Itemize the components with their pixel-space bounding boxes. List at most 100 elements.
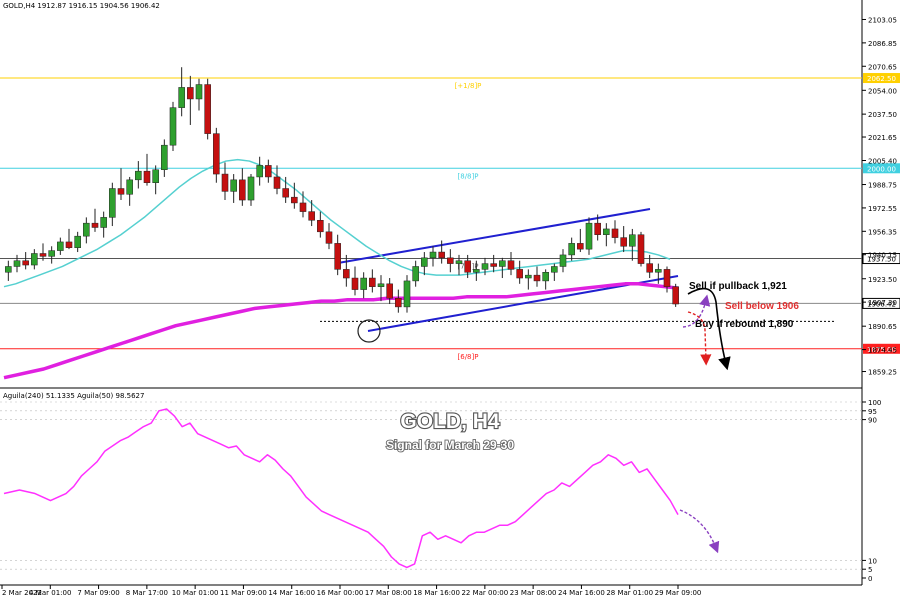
candle-body — [559, 254, 567, 267]
candle-body — [351, 277, 359, 290]
candle-body — [100, 217, 107, 228]
candle-body — [143, 170, 151, 183]
candle-body — [395, 297, 402, 308]
candle-body — [13, 260, 21, 267]
candle-body — [126, 179, 133, 195]
indicator-tick-label: 100 — [868, 399, 881, 407]
candle-body — [568, 243, 575, 256]
candle-body — [455, 260, 463, 264]
candle-body — [507, 260, 515, 270]
candle-body — [473, 269, 480, 273]
time-tick-label: 23 Mar 08:00 — [510, 589, 557, 597]
candle-body — [161, 144, 168, 170]
header-symbol-info: GOLD,H4 1912.87 1916.15 1904.56 1906.42 — [3, 2, 160, 10]
time-tick-label: 22 Mar 00:00 — [461, 589, 508, 597]
candle-body — [74, 235, 81, 248]
sell-pullback-label: Sell if pullback 1,921 — [689, 281, 787, 292]
price-tick-label: 1972.55 — [868, 205, 897, 213]
price-tick-label: 1956.35 — [868, 228, 897, 236]
candle-body — [117, 188, 125, 195]
candle-body — [403, 280, 411, 308]
candle-body — [542, 272, 549, 282]
candle-body — [637, 234, 645, 264]
murrey-plus-1-8-tag: 2062.50 — [867, 75, 896, 83]
murrey-8-8-label: [8/8]P — [458, 172, 479, 180]
candle-body — [22, 260, 29, 266]
candle-body — [308, 211, 315, 221]
time-tick-label: 16 Mar 00:00 — [317, 589, 364, 597]
buy-rebound-label: Buy if rebound 1,890 — [695, 319, 794, 330]
candle-body — [31, 253, 38, 266]
candle-body — [221, 173, 229, 192]
price-tick-label: 2103.05 — [868, 16, 897, 24]
candle-body — [499, 260, 506, 267]
gold-h4-chart: [+1/8]P2062.50[8/8]P2000.00[7/8]P1937.50… — [0, 0, 900, 600]
candle-body — [464, 260, 471, 273]
indicator-tick-label: 95 — [868, 408, 877, 416]
time-tick-label: 29 Mar 09:00 — [655, 589, 702, 597]
candle-body — [91, 222, 99, 228]
time-tick-label: 14 Mar 16:00 — [268, 589, 315, 597]
candle-body — [533, 274, 541, 282]
candle-body — [421, 257, 428, 267]
candle-body — [83, 222, 90, 237]
candle-body — [57, 241, 64, 251]
candle-body — [5, 266, 12, 273]
candle-body — [169, 107, 177, 146]
price-tick-label: 1874.45 — [868, 347, 897, 355]
candle-body — [343, 269, 350, 279]
candle-body — [438, 251, 445, 259]
indicator-tick-label: 90 — [868, 417, 877, 425]
time-tick-label: 18 Mar 16:00 — [413, 589, 460, 597]
candle-body — [48, 250, 55, 257]
indicator-tick-label: 10 — [868, 557, 877, 565]
overlay-title: GOLD, H4 — [400, 410, 499, 433]
candle-body — [646, 263, 653, 273]
sell-below-label: Sell below 1906 — [725, 301, 799, 312]
indicator-tick-label: 0 — [868, 575, 872, 583]
candle-body — [603, 228, 610, 235]
price-tick-label: 2070.65 — [868, 63, 897, 71]
candle-body — [429, 251, 437, 259]
candle-body — [317, 220, 324, 233]
time-tick-label: 28 Mar 01:00 — [606, 589, 653, 597]
candle-body — [195, 84, 203, 100]
indicator-info: Aguila(240) 51.1335 Aguila(50) 98.5627 — [3, 392, 144, 400]
price-tick-label: 1907.30 — [868, 299, 897, 307]
murrey-plus-1-8-label: [+1/8]P — [455, 82, 482, 90]
price-tick-label: 2021.65 — [868, 134, 897, 142]
murrey-8-8-tag: 2000.00 — [867, 165, 896, 173]
candle-body — [663, 269, 671, 287]
candle-body — [525, 274, 532, 279]
candle-body — [291, 196, 298, 204]
candle-body — [265, 165, 272, 178]
candle-body — [447, 257, 454, 264]
indicator-tick-label: 5 — [868, 566, 872, 574]
candle-body — [109, 188, 116, 218]
candle-body — [629, 234, 636, 247]
candle-body — [577, 243, 584, 250]
candle-body — [585, 222, 593, 250]
candle-body — [360, 277, 367, 290]
candle-body — [204, 84, 211, 134]
candle-body — [412, 266, 419, 282]
candle-body — [39, 253, 47, 257]
overlay-subtitle: Signal for March 29-30 — [386, 438, 514, 452]
time-tick-label: 17 Mar 08:00 — [365, 589, 412, 597]
time-tick-label: 7 Mar 09:00 — [77, 589, 119, 597]
price-tick-label: 1859.25 — [868, 369, 897, 377]
candle-body — [65, 241, 73, 248]
candle-body — [135, 170, 142, 181]
candle-body — [213, 133, 220, 175]
time-tick-label: 10 Mar 01:00 — [172, 589, 219, 597]
price-tick-label: 2037.50 — [868, 111, 897, 119]
candle-body — [386, 283, 393, 299]
time-tick-label: 11 Mar 09:00 — [220, 589, 267, 597]
candle-body — [239, 179, 246, 201]
candle-body — [178, 87, 185, 108]
candle-body — [369, 277, 376, 287]
candle-body — [611, 228, 619, 238]
price-tick-label: 2086.85 — [868, 40, 897, 48]
murrey-6-8-label: [6/8]P — [458, 353, 479, 361]
price-tick-label: 2005.40 — [868, 157, 897, 165]
